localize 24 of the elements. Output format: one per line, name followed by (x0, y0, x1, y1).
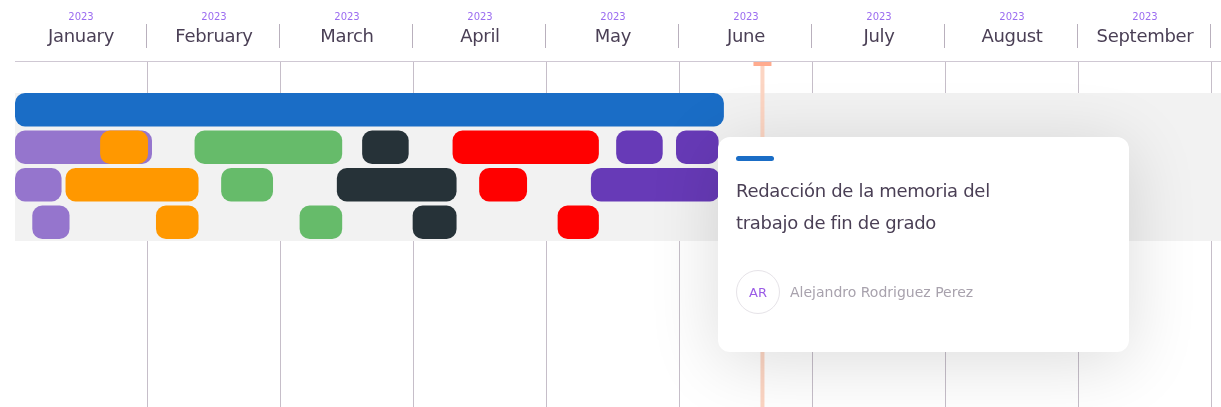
month-year: 2023 (1132, 10, 1158, 24)
task-bar[interactable] (676, 130, 719, 164)
month-label: June (727, 24, 765, 48)
month-label: March (320, 24, 374, 48)
month-year: 2023 (600, 10, 626, 24)
month-year: 2023 (467, 10, 493, 24)
month-year: 2023 (866, 10, 892, 24)
month-year: 2023 (201, 10, 227, 24)
task-bar[interactable] (590, 168, 720, 202)
task-bar[interactable] (336, 168, 457, 202)
month-year: 2023 (733, 10, 759, 24)
month-year: 2023 (334, 10, 360, 24)
month-label: May (594, 24, 632, 48)
month-label: February (175, 24, 253, 48)
month-year: 2023 (999, 10, 1025, 24)
assignee-name: Alejandro Rodriguez Perez (790, 284, 974, 300)
task-bar[interactable] (362, 130, 409, 164)
month-label: April (460, 24, 500, 48)
task-title: Redacción de la memoria del trabajo de fin de grado (736, 179, 991, 235)
month-label: August (981, 24, 1043, 48)
month-year: 2023 (68, 10, 94, 24)
month-label: January (47, 24, 115, 48)
month-label: July (863, 24, 895, 48)
month-label: September (1096, 24, 1194, 48)
